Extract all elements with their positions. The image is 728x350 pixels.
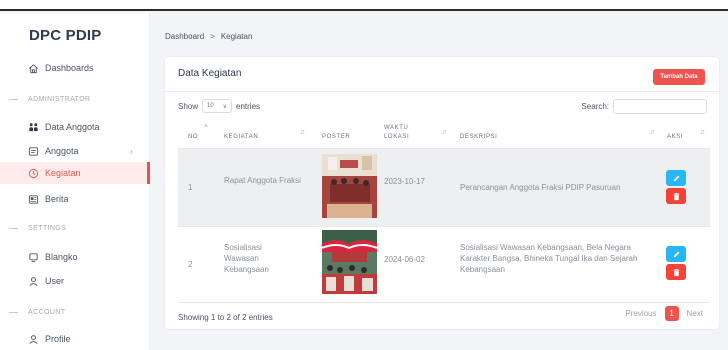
sidebar-item-anggota[interactable]: Anggota ›: [0, 140, 150, 162]
table-row: 2 Sosialisasi Wawasan Kebangsaan 2024-06…: [178, 227, 710, 303]
column-header-no[interactable]: NO: [188, 133, 198, 141]
page-title: Data Kegiatan: [178, 68, 242, 79]
poster-image[interactable]: [322, 230, 377, 294]
sidebar-item-label: Anggota: [45, 146, 79, 156]
profile-icon: [27, 333, 39, 345]
sidebar-item-label: Berita: [45, 194, 69, 204]
sidebar-item-data-anggota[interactable]: Data Anggota: [0, 116, 150, 138]
monitor-icon: [27, 251, 39, 263]
kegiatan-card: Data Kegiatan Tambah Data Show 10 ∨ entr…: [164, 56, 721, 330]
id-card-icon: [27, 145, 39, 157]
cell-no: 2: [188, 260, 193, 269]
delete-button[interactable]: [666, 188, 686, 204]
column-header-poster[interactable]: POSTER: [322, 133, 350, 141]
sidebar-item-dashboards[interactable]: Dashboards: [0, 57, 150, 79]
sidebar-item-profile[interactable]: Profile: [0, 328, 150, 350]
sort-icon: ⇵: [300, 130, 306, 136]
divider: [165, 91, 721, 92]
clock-icon: [27, 167, 39, 179]
sort-icon: ▲: [203, 123, 209, 129]
column-header-aksi[interactable]: AKSI: [667, 133, 683, 141]
section-administrator: ADMINISTRATOR: [9, 96, 91, 103]
previous-page-button[interactable]: Previous: [621, 306, 660, 321]
home-icon: [27, 62, 39, 74]
trash-icon: [673, 268, 679, 276]
trash-icon: [673, 192, 679, 200]
column-header-waktu[interactable]: WAKTU: [384, 124, 408, 132]
pencil-icon: [673, 251, 679, 257]
add-data-button[interactable]: Tambah Data: [653, 69, 705, 85]
news-icon: [27, 193, 39, 205]
cell-waktu: 2024-06-02: [384, 255, 425, 264]
breadcrumb-separator: >: [210, 32, 215, 41]
brand-logo-text: DPC PDIP: [29, 27, 102, 44]
sidebar-item-label: Data Anggota: [45, 122, 100, 132]
sort-icon: ⇵: [650, 130, 656, 136]
cell-waktu: 2023-10-17: [384, 177, 425, 186]
sidebar-item-kegiatan[interactable]: Kegiatan: [0, 162, 150, 184]
sort-icon: ⇵: [700, 130, 706, 136]
sidebar-item-label: Dashboards: [45, 63, 94, 73]
sidebar-item-label: User: [45, 276, 65, 286]
column-header-kegiatan[interactable]: KEGIATAN: [224, 133, 258, 141]
sidebar-item-blangko[interactable]: Blangko: [0, 246, 150, 268]
search-control: Search:: [581, 99, 707, 114]
pagination: Previous 1 Next: [621, 306, 707, 321]
chevron-right-icon: ›: [130, 146, 133, 156]
entries-length-control: Show 10 ∨ entries: [178, 99, 260, 113]
sidebar-item-user[interactable]: User: [0, 270, 150, 292]
users-icon: [27, 121, 39, 133]
breadcrumb-dashboard-link[interactable]: Dashboard: [165, 32, 204, 41]
section-account: ACCOUNT: [9, 309, 65, 316]
cell-kegiatan: Sosialisasi Wawasan Kebangsaan: [224, 243, 269, 274]
sidebar-item-label: Profile: [45, 334, 71, 344]
column-header-lokasi[interactable]: LOKASI: [384, 133, 409, 141]
table-row: 1 Rapat Anggota Fraksi 2023-10-17 Peranc…: [178, 149, 710, 227]
edit-button[interactable]: [666, 170, 686, 186]
sidebar-item-label: Kegiatan: [45, 168, 81, 178]
breadcrumb: Dashboard > Kegiatan: [165, 32, 252, 41]
entries-label: entries: [236, 101, 261, 111]
section-settings: SETTINGS: [9, 225, 66, 232]
chevron-down-icon: ∨: [222, 103, 228, 110]
cell-kegiatan: Rapat Anggota Fraksi: [224, 176, 301, 185]
search-input[interactable]: [613, 99, 707, 114]
sort-icon: ⇵: [442, 130, 448, 136]
entries-select-value: 10: [207, 103, 214, 109]
user-icon: [27, 275, 39, 287]
show-label: Show: [178, 101, 199, 111]
sidebar: DPC PDIP Dashboards ADMINISTRATOR Data A…: [0, 13, 150, 350]
cell-deskripsi: Perancangan Anggota Fraksi PDIP Pasuruan: [460, 183, 621, 192]
sidebar-item-label: Blangko: [45, 252, 78, 262]
poster-image[interactable]: [322, 154, 377, 218]
table-info: Showing 1 to 2 of 2 entries: [178, 313, 273, 322]
pencil-icon: [673, 175, 679, 181]
delete-button[interactable]: [666, 264, 686, 280]
cell-no: 1: [188, 183, 193, 192]
table-header: NO ▲ KEGIATAN ⇵ POSTER WAKTU LOKASI ⇵ DE…: [178, 117, 710, 149]
cell-deskripsi: Sosialisasi Wawasan Kebangsaan, Bela Neg…: [460, 243, 638, 274]
breadcrumb-current: Kegiatan: [220, 32, 253, 41]
page-1-button[interactable]: 1: [664, 306, 679, 321]
sidebar-item-berita[interactable]: Berita: [0, 188, 150, 210]
entries-select[interactable]: 10 ∨: [202, 99, 233, 113]
next-page-button[interactable]: Next: [683, 306, 707, 321]
search-label: Search:: [581, 102, 609, 111]
top-bar: [0, 0, 728, 11]
column-header-deskripsi[interactable]: DESKRIPSI: [460, 133, 497, 141]
edit-button[interactable]: [666, 246, 686, 262]
